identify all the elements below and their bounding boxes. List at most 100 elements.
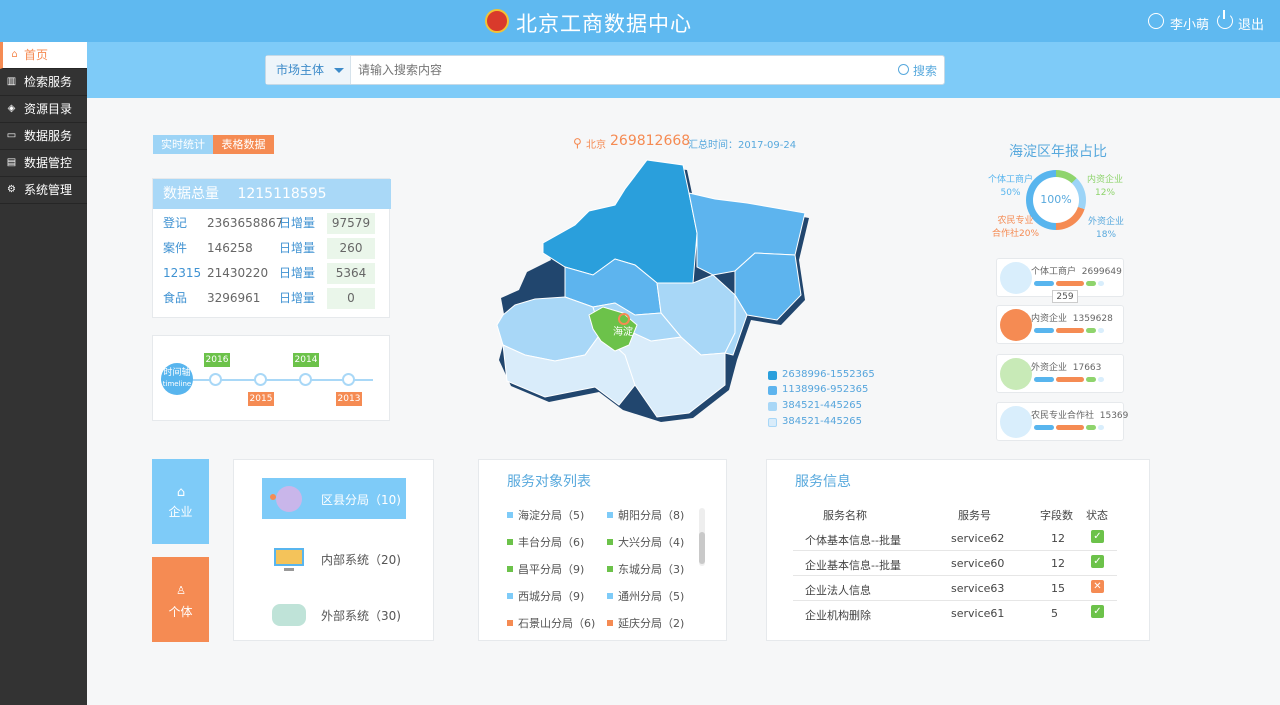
tab-realtime-stats[interactable]: 实时统计 xyxy=(153,135,213,154)
row-value: 2363658867 xyxy=(207,216,284,230)
column-header: 服务名称 xyxy=(823,509,867,522)
layers-icon: ◈ xyxy=(7,103,16,114)
cell-name: 企业机构删除 xyxy=(805,609,871,622)
list-item[interactable]: 丰台分局（6) xyxy=(507,534,584,550)
table-row[interactable]: 企业基本信息--批量 service60 12 ✓ xyxy=(793,551,1117,576)
individual-label: 个体 xyxy=(168,605,193,619)
sidebar-item-data-control[interactable]: ▤ 数据管控 xyxy=(0,150,87,177)
year-tag[interactable]: 2015 xyxy=(248,392,274,406)
list-item[interactable]: 西城分局（9) xyxy=(507,588,584,604)
leaf-icon xyxy=(1000,406,1032,438)
row-value: 146258 xyxy=(207,241,253,255)
select-label: 市场主体 xyxy=(276,63,325,77)
entity-bars xyxy=(1034,377,1104,382)
pie-label-name: 外资企业 xyxy=(1088,217,1125,227)
tab-table-data[interactable]: 表格数据 xyxy=(213,135,274,154)
sidebar-item-home[interactable]: ⌂ 首页 xyxy=(0,42,87,69)
year-tag[interactable]: 2016 xyxy=(204,353,230,367)
box-icon xyxy=(1000,358,1032,390)
computer-illustration-icon xyxy=(268,544,308,574)
pie-label: 外资企业 18% xyxy=(1088,216,1124,242)
table-row[interactable]: 个体基本信息--批量 service62 12 ✓ xyxy=(793,526,1117,551)
list-item[interactable]: 朝阳分局（8) xyxy=(607,507,684,523)
sidebar-item-label: 首页 xyxy=(24,48,49,62)
pie-title: 海淀区年报占比 xyxy=(1009,144,1107,160)
sidebar-item-search-service[interactable]: ▥ 检索服务 xyxy=(0,69,87,96)
row-delta-value: 97579 xyxy=(327,213,375,234)
sidebar: ⌂ 首页 ▥ 检索服务 ◈ 资源目录 ▭ 数据服务 ▤ 数据管控 ⚙ 系统管理 xyxy=(0,42,87,705)
service-info-title: 服务信息 xyxy=(795,474,851,490)
data-total-header: 数据总量 1215118595 xyxy=(153,179,391,209)
pie-label: 农民专业 合作社20% xyxy=(992,215,1039,241)
map-city: 北京 xyxy=(586,140,606,151)
donut-center-label: 100% xyxy=(1033,177,1079,223)
individual-button[interactable]: ♙ 个体 xyxy=(152,557,209,642)
person-icon: ♙ xyxy=(176,584,186,597)
gear-icon: ⚙ xyxy=(7,184,16,195)
pie-label: 内资企业 12% xyxy=(1087,174,1123,200)
category-internal[interactable]: 内部系统（20) xyxy=(262,538,406,579)
scrollbar-thumb[interactable] xyxy=(699,532,705,564)
row-label: 案件 xyxy=(163,241,188,255)
entity-bars xyxy=(1034,425,1104,430)
category-district[interactable]: 区县分局（10) xyxy=(262,478,406,519)
user-name[interactable]: 李小萌 xyxy=(1170,14,1209,33)
legend-swatch xyxy=(768,386,777,395)
year-tag[interactable]: 2014 xyxy=(293,353,319,367)
list-item[interactable]: 大兴分局（4) xyxy=(607,534,684,550)
search-icon[interactable] xyxy=(898,64,909,75)
app-title: 北京工商数据中心 xyxy=(516,12,692,36)
list-item[interactable]: 延庆分局（2) xyxy=(607,615,684,631)
pie-label-pct: 12% xyxy=(1095,188,1116,198)
search-button[interactable]: 搜索 xyxy=(913,62,937,79)
logout-button[interactable]: 退出 xyxy=(1238,14,1264,33)
legend-label: 384521-445265 xyxy=(782,416,862,427)
enterprise-button[interactable]: ⌂ 企业 xyxy=(152,459,209,544)
pie-label: 个体工商户 50% xyxy=(988,174,1033,200)
beijing-district-map[interactable]: 海淀 xyxy=(485,155,815,440)
table-row[interactable]: 企业法人信息 service63 15 ✕ xyxy=(793,576,1117,601)
row-delta-value: 260 xyxy=(327,238,375,259)
year-tag[interactable]: 2013 xyxy=(336,392,362,406)
service-info-card: 服务信息 服务名称 服务号 字段数 状态 个体基本信息--批量 service6… xyxy=(766,459,1150,641)
sidebar-item-resource-catalog[interactable]: ◈ 资源目录 xyxy=(0,96,87,123)
list-item[interactable]: 东城分局（3) xyxy=(607,561,684,577)
category-external[interactable]: 外部系统（30) xyxy=(262,594,406,635)
chevron-down-icon[interactable] xyxy=(334,68,344,73)
row-delta-label: 日增量 xyxy=(279,291,316,305)
timeline-node[interactable] xyxy=(342,373,355,386)
timeline-title: 时间轴 xyxy=(163,368,191,378)
emblem-icon xyxy=(485,9,509,33)
cell-name: 企业基本信息--批量 xyxy=(805,559,901,572)
sidebar-item-system-admin[interactable]: ⚙ 系统管理 xyxy=(0,177,87,204)
table-row: 食品 3296961 日增量 0 xyxy=(163,288,383,309)
timeline-subtitle: timeline xyxy=(162,380,192,388)
scrollbar[interactable] xyxy=(699,508,705,566)
search-input[interactable] xyxy=(358,60,858,80)
entity-card-cooperative[interactable]: 农民专业合作社 15369 xyxy=(996,402,1128,441)
timeline-node[interactable] xyxy=(299,373,312,386)
power-icon[interactable] xyxy=(1217,10,1233,29)
data-total-card: 数据总量 1215118595 登记 2363658867 日增量 97579 … xyxy=(152,178,391,318)
pie-label-pct: 50% xyxy=(1000,188,1021,198)
pie-label-pct: 18% xyxy=(1096,230,1117,240)
list-item[interactable]: 石景山分局（6) xyxy=(507,615,595,631)
entity-card-domestic[interactable]: 内资企业 1359628 xyxy=(996,305,1124,344)
timeline-node[interactable] xyxy=(209,373,222,386)
chart-icon: ▥ xyxy=(6,76,17,87)
category-card: 区县分局（10) 内部系统（20) 外部系统（30) xyxy=(233,459,434,641)
map-summary-date: 汇总时间：2017-09-24 xyxy=(688,140,797,151)
sidebar-item-data-service[interactable]: ▭ 数据服务 xyxy=(0,123,87,150)
list-item[interactable]: 海淀分局（5) xyxy=(507,507,584,523)
list-item[interactable]: 通州分局（5) xyxy=(607,588,684,604)
entity-card-foreign[interactable]: 外资企业 17663 xyxy=(996,354,1124,393)
row-label: 登记 xyxy=(163,216,188,230)
row-value: 3296961 xyxy=(207,291,261,305)
timeline-node[interactable] xyxy=(254,373,267,386)
home-icon: ⌂ xyxy=(11,49,18,60)
cell-fields: 12 xyxy=(1051,557,1065,570)
list-item[interactable]: 昌平分局（9) xyxy=(507,561,584,577)
check-icon: ✓ xyxy=(1091,530,1104,543)
user-icon[interactable] xyxy=(1148,13,1164,29)
table-row[interactable]: 企业机构删除 service61 5 ✓ xyxy=(793,601,1117,626)
